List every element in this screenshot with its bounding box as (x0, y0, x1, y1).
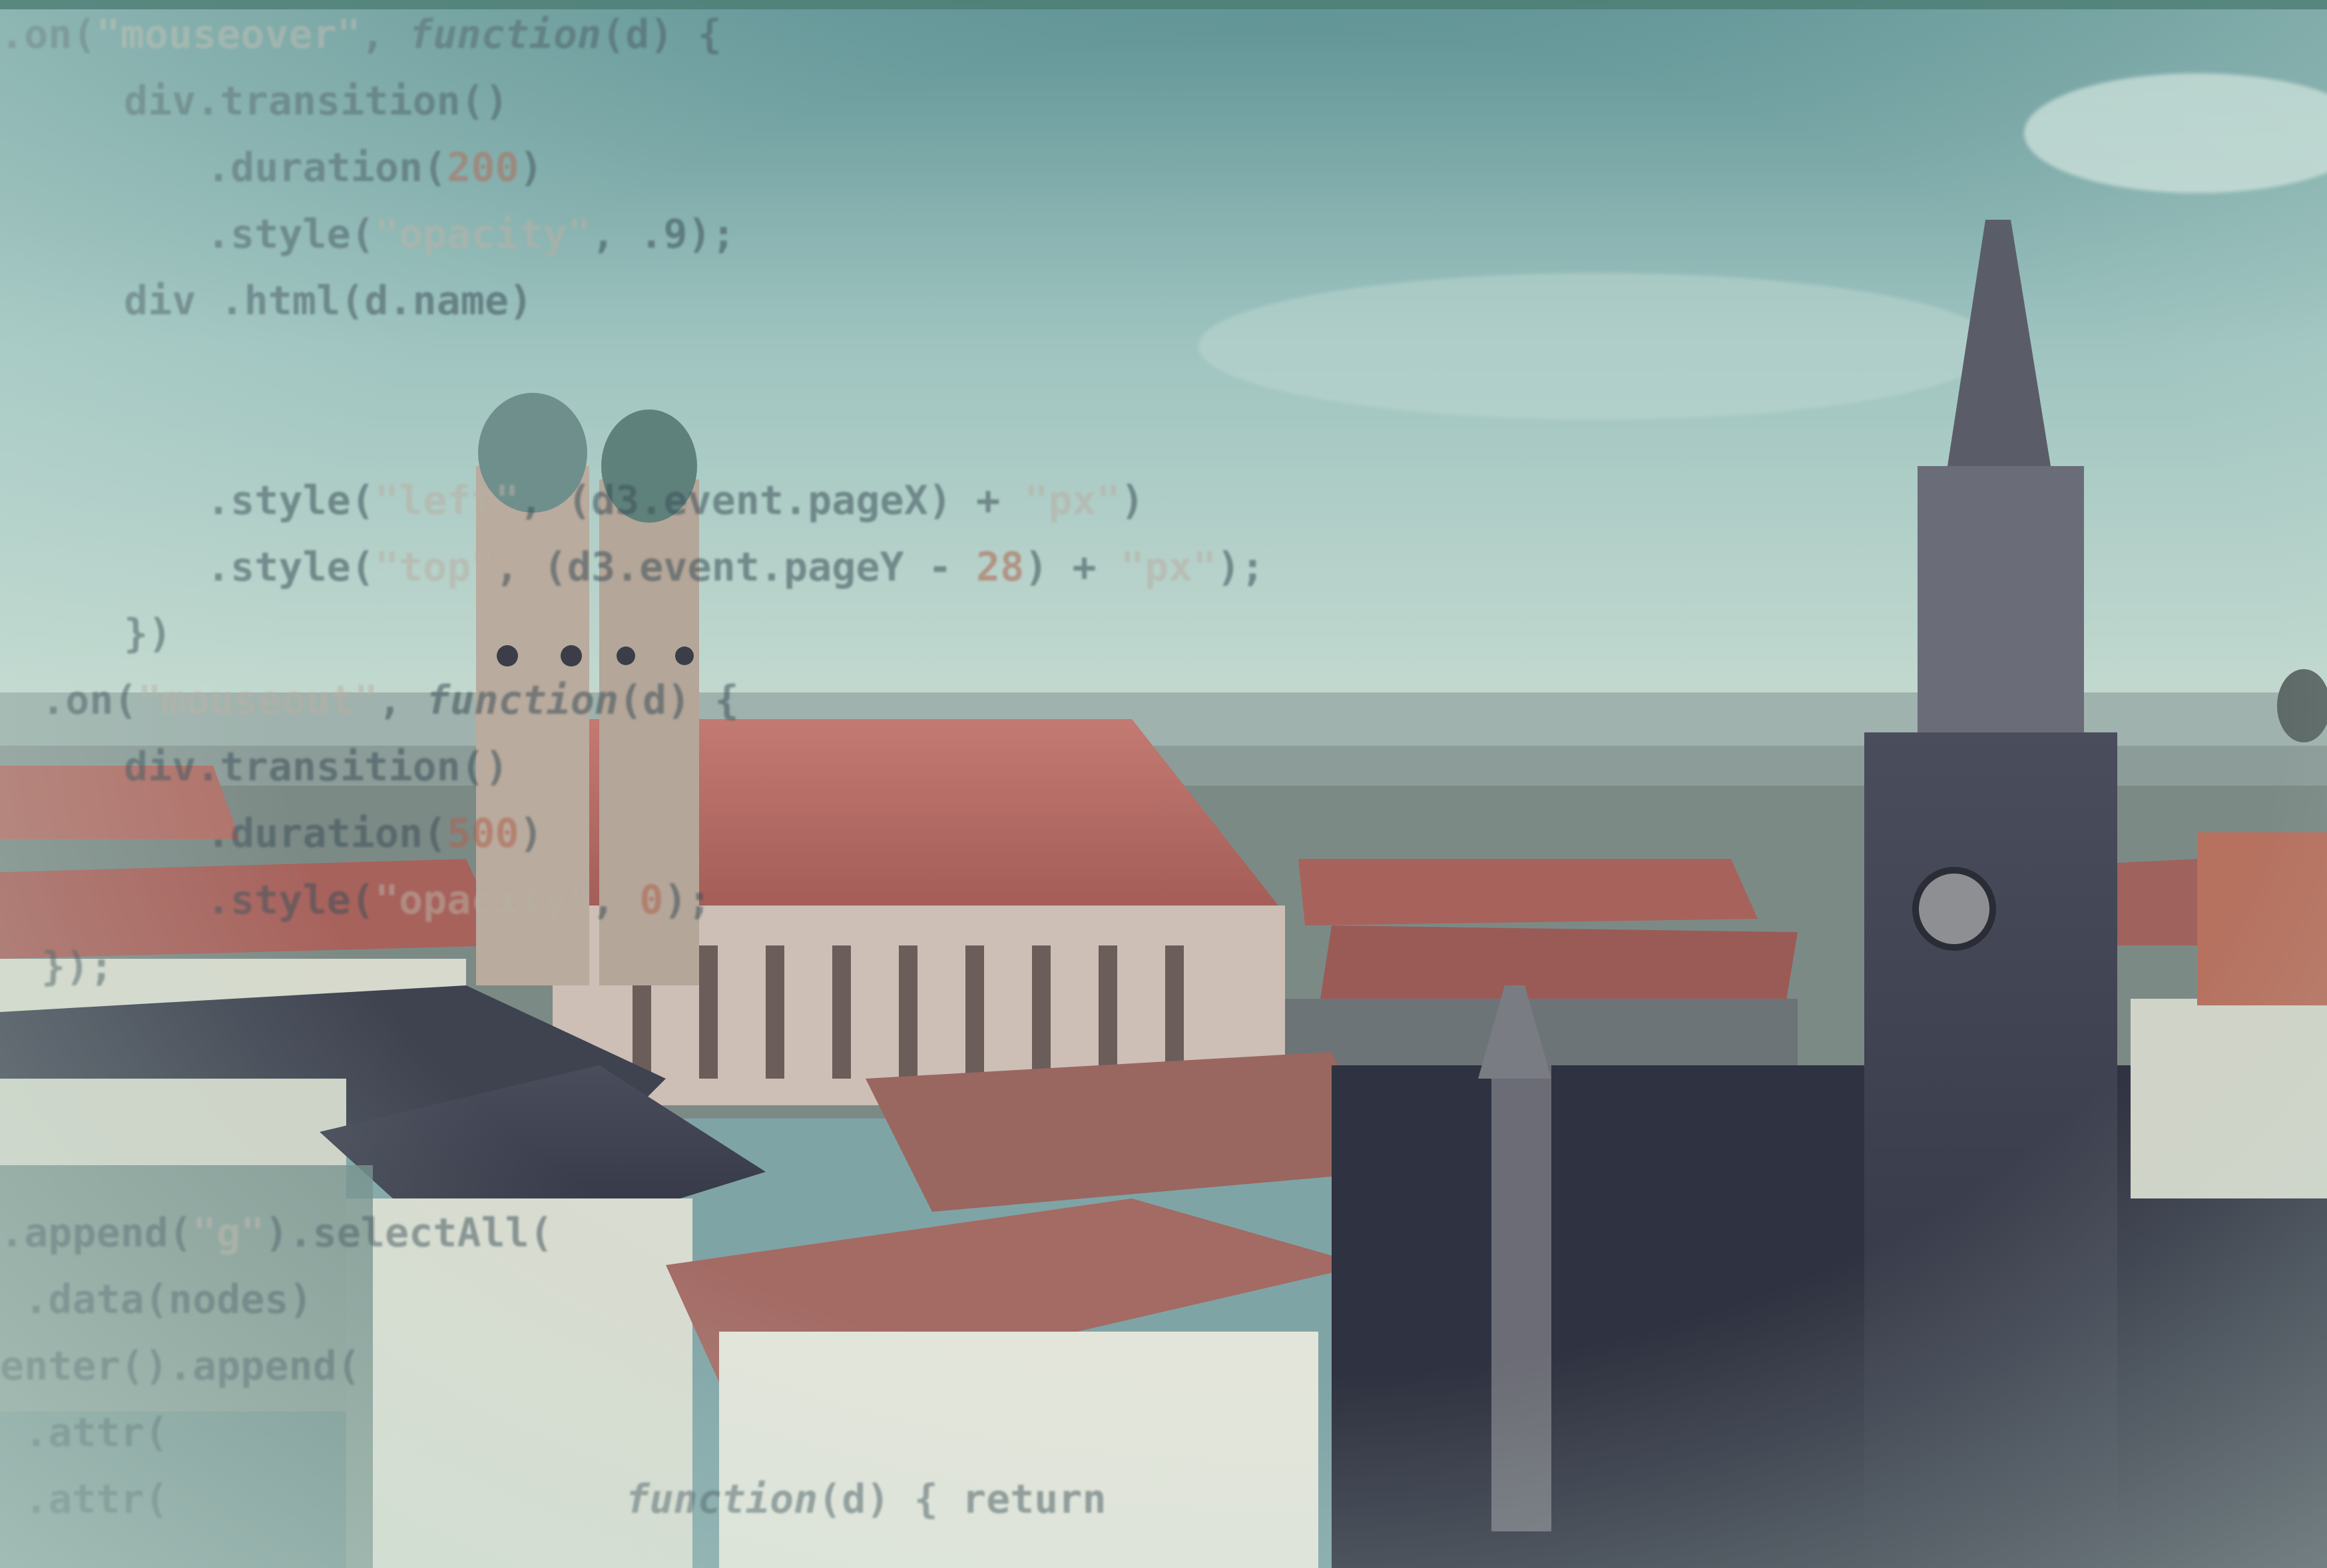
cloud (1198, 273, 1997, 419)
munich-skyline-photo (0, 0, 2327, 1568)
frauenkirche-tower-left (476, 466, 589, 985)
photo-composite: .on("mouseover", function(d) {div.transi… (0, 0, 2327, 1568)
frauenkirche-tower-right (599, 479, 699, 985)
top-edge-strip (0, 0, 2327, 9)
rathaus-tower (1864, 732, 2117, 1568)
clock-face (1912, 867, 1996, 951)
